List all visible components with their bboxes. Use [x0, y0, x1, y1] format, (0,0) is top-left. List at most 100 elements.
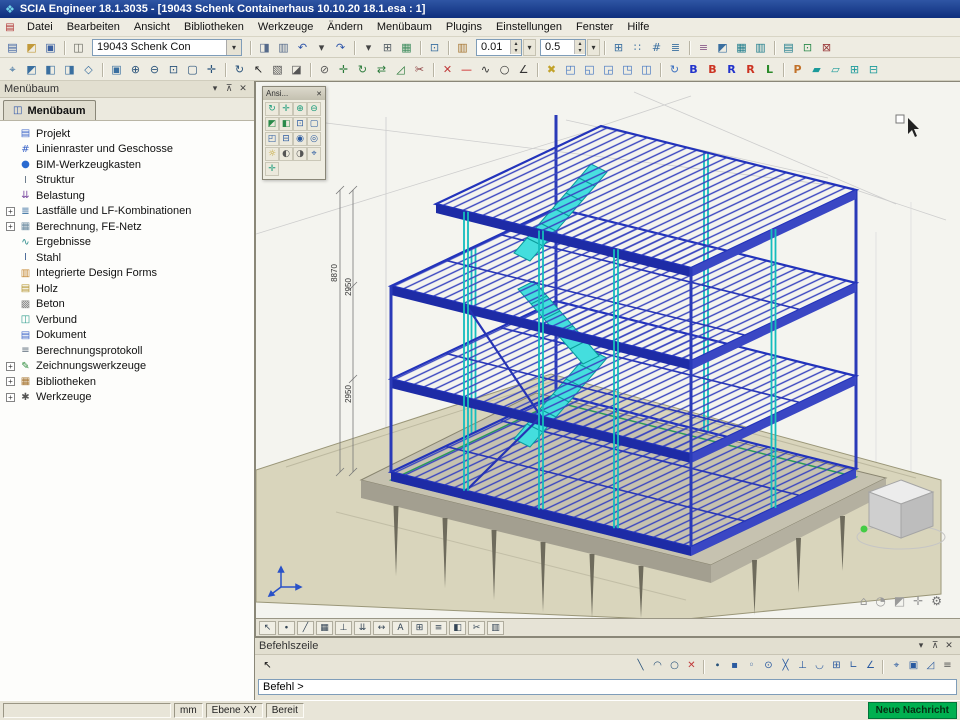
view-top-icon[interactable]: ◩	[22, 60, 41, 78]
redo-history-icon[interactable]: ▾	[359, 38, 378, 56]
save-document-icon[interactable]: ▣	[41, 38, 60, 56]
sidebar-item-struktur[interactable]: + I Struktur	[0, 173, 254, 189]
undo-icon[interactable]: ↶	[293, 38, 312, 56]
snap-step-field[interactable]: 0.01 ▴ ▾	[476, 39, 522, 56]
beam-labels-icon[interactable]: B	[684, 60, 703, 78]
project-combo[interactable]: 19043 Schenk Con ▾	[92, 39, 242, 56]
chevron-down-icon[interactable]: ▾	[226, 40, 241, 55]
spin-up-icon[interactable]: ▴	[575, 40, 585, 47]
coords-display-icon[interactable]: ≡	[939, 658, 956, 674]
nav-pan-icon[interactable]: ✛	[913, 594, 923, 608]
scale-dropdown-icon[interactable]: ▾	[587, 39, 600, 56]
sidebar-item-linienraster[interactable]: + # Linienraster und Geschosse	[0, 142, 254, 158]
vtab-labels-icon[interactable]: A	[392, 621, 409, 635]
named-view-icon[interactable]: ▣	[107, 60, 126, 78]
expand-icon[interactable]: +	[6, 377, 15, 386]
snap-intersection-icon[interactable]: ╳	[777, 658, 794, 674]
rotate-view-icon[interactable]: ↻	[230, 60, 249, 78]
sidebar-item-stahl[interactable]: + I Stahl	[0, 250, 254, 266]
sidebar-item-beton[interactable]: + ▩ Beton	[0, 297, 254, 313]
refresh-icon[interactable]: ↻	[665, 60, 684, 78]
palette-zoom-in-icon[interactable]: ⊕	[293, 102, 307, 116]
measure-angle-icon[interactable]: ∠	[514, 60, 533, 78]
vtab-surfaces-icon[interactable]: ▦	[316, 621, 333, 635]
sidebar-item-bim-werkzeugkasten[interactable]: + ● BIM-Werkzeugkasten	[0, 157, 254, 173]
new-document-icon[interactable]: ▤	[3, 38, 22, 56]
sidebar-item-berechnungsprotokoll[interactable]: + ≡ Berechnungsprotokoll	[0, 343, 254, 359]
command-cursor-icon[interactable]: ↖	[259, 658, 276, 674]
vtab-layers-icon[interactable]: ≡	[430, 621, 447, 635]
engineering-report-icon[interactable]: ▤	[779, 38, 798, 56]
vtab-tables-icon[interactable]: ▥	[487, 621, 504, 635]
vtab-select-icon[interactable]: ↖	[259, 621, 276, 635]
hide-selected-icon[interactable]: ⊟	[864, 60, 883, 78]
storeys-icon[interactable]: ≣	[666, 38, 685, 56]
copy-image-icon[interactable]: ◨	[255, 38, 274, 56]
palette-view-top-icon[interactable]: ◩	[265, 117, 279, 131]
sidebar-item-holz[interactable]: + ▤ Holz	[0, 281, 254, 297]
snap-line-icon[interactable]: ╲	[632, 658, 649, 674]
solver-icon[interactable]: ⊡	[425, 38, 444, 56]
snap-step-dropdown-icon[interactable]: ▾	[523, 39, 536, 56]
menu-aendern[interactable]: Ändern	[320, 19, 369, 35]
view-front-icon[interactable]: ◧	[41, 60, 60, 78]
menu-ansicht[interactable]: Ansicht	[127, 19, 177, 35]
move-icon[interactable]: ✛	[334, 60, 353, 78]
snap-delete-icon[interactable]: ✕	[683, 658, 700, 674]
scale-field[interactable]: 0.5 ▴ ▾	[540, 39, 586, 56]
palette-render-mode-icon[interactable]: ◐	[279, 147, 293, 161]
mirror-icon[interactable]: ⇄	[372, 60, 391, 78]
menu-tree-header[interactable]: Menübaum ▾ ⊼ ✕	[0, 81, 254, 98]
menu-plugins[interactable]: Plugins	[439, 19, 489, 35]
palette-zoom-out-icon[interactable]: ⊖	[307, 102, 321, 116]
snap-circle-icon[interactable]: ○	[666, 658, 683, 674]
delete-icon[interactable]: ✕	[438, 60, 457, 78]
open-document-icon[interactable]: ◩	[22, 38, 41, 56]
vtab-grid-icon[interactable]: ⊞	[411, 621, 428, 635]
fe-mesh-icon[interactable]: ▦	[397, 38, 416, 56]
nav-orbit-icon[interactable]: ◔	[875, 594, 885, 608]
chevron-down-icon[interactable]: ▾	[208, 83, 222, 96]
select-window-icon[interactable]: ▧	[268, 60, 287, 78]
menu-datei[interactable]: Datei	[20, 19, 60, 35]
chevron-down-icon[interactable]: ▾	[914, 640, 928, 653]
nav-views-icon[interactable]: ◩	[894, 594, 905, 608]
snap-arc-icon[interactable]: ◠	[649, 658, 666, 674]
sidebar-item-dokument[interactable]: + ▤ Dokument	[0, 328, 254, 344]
palette-wire-mode-icon[interactable]: ◑	[293, 147, 307, 161]
command-input[interactable]	[258, 679, 957, 695]
menu-hilfe[interactable]: Hilfe	[620, 19, 656, 35]
zoom-out-icon[interactable]: ⊖	[145, 60, 164, 78]
close-icon[interactable]: ✕	[236, 83, 250, 96]
snap-tangent-icon[interactable]: ◡	[811, 658, 828, 674]
command-panel-header[interactable]: Befehlszeile ▾ ⊼ ✕	[255, 638, 960, 655]
model-viewport[interactable]: 8870 2950 2950	[255, 81, 960, 637]
menu-einstellungen[interactable]: Einstellungen	[489, 19, 569, 35]
palette-axes-icon[interactable]: ✛	[265, 162, 279, 176]
close-icon[interactable]: ✕	[316, 90, 322, 98]
new-message-button[interactable]: Neue Nachricht	[868, 702, 957, 719]
render-solid-icon[interactable]: ▰	[807, 60, 826, 78]
sidebar-item-projekt[interactable]: + ▤ Projekt	[0, 126, 254, 142]
table-input-icon[interactable]: ▦	[732, 38, 751, 56]
sidebar-item-ergebnisse[interactable]: + ∿ Ergebnisse	[0, 235, 254, 251]
zoom-all-icon[interactable]: ▢	[183, 60, 202, 78]
libraries-icon[interactable]: ▥	[453, 38, 472, 56]
line-grid-icon[interactable]: #	[647, 38, 666, 56]
document-preview-icon[interactable]: ▥	[274, 38, 293, 56]
window-close-icon[interactable]: ◳	[618, 60, 637, 78]
palette-zoom-selection-icon[interactable]: ⊟	[279, 132, 293, 146]
support-labels-icon[interactable]: P	[788, 60, 807, 78]
show-all-icon[interactable]: ⊞	[845, 60, 864, 78]
ucs-icon[interactable]: ⌖	[3, 60, 22, 78]
window-split-icon[interactable]: ◫	[637, 60, 656, 78]
menu-werkzeuge[interactable]: Werkzeuge	[251, 19, 320, 35]
vtab-loads-icon[interactable]: ⇊	[354, 621, 371, 635]
expand-icon[interactable]: +	[6, 393, 15, 402]
nav-settings-gear-icon[interactable]: ⚙	[931, 594, 942, 608]
activity-icon[interactable]: ◩	[713, 38, 732, 56]
menu-menuebaum[interactable]: Menübaum	[370, 19, 439, 35]
grid-settings-icon[interactable]: ⊞	[609, 38, 628, 56]
scale-icon[interactable]: ◿	[391, 60, 410, 78]
palette-zoom-window-icon[interactable]: ⊡	[293, 117, 307, 131]
